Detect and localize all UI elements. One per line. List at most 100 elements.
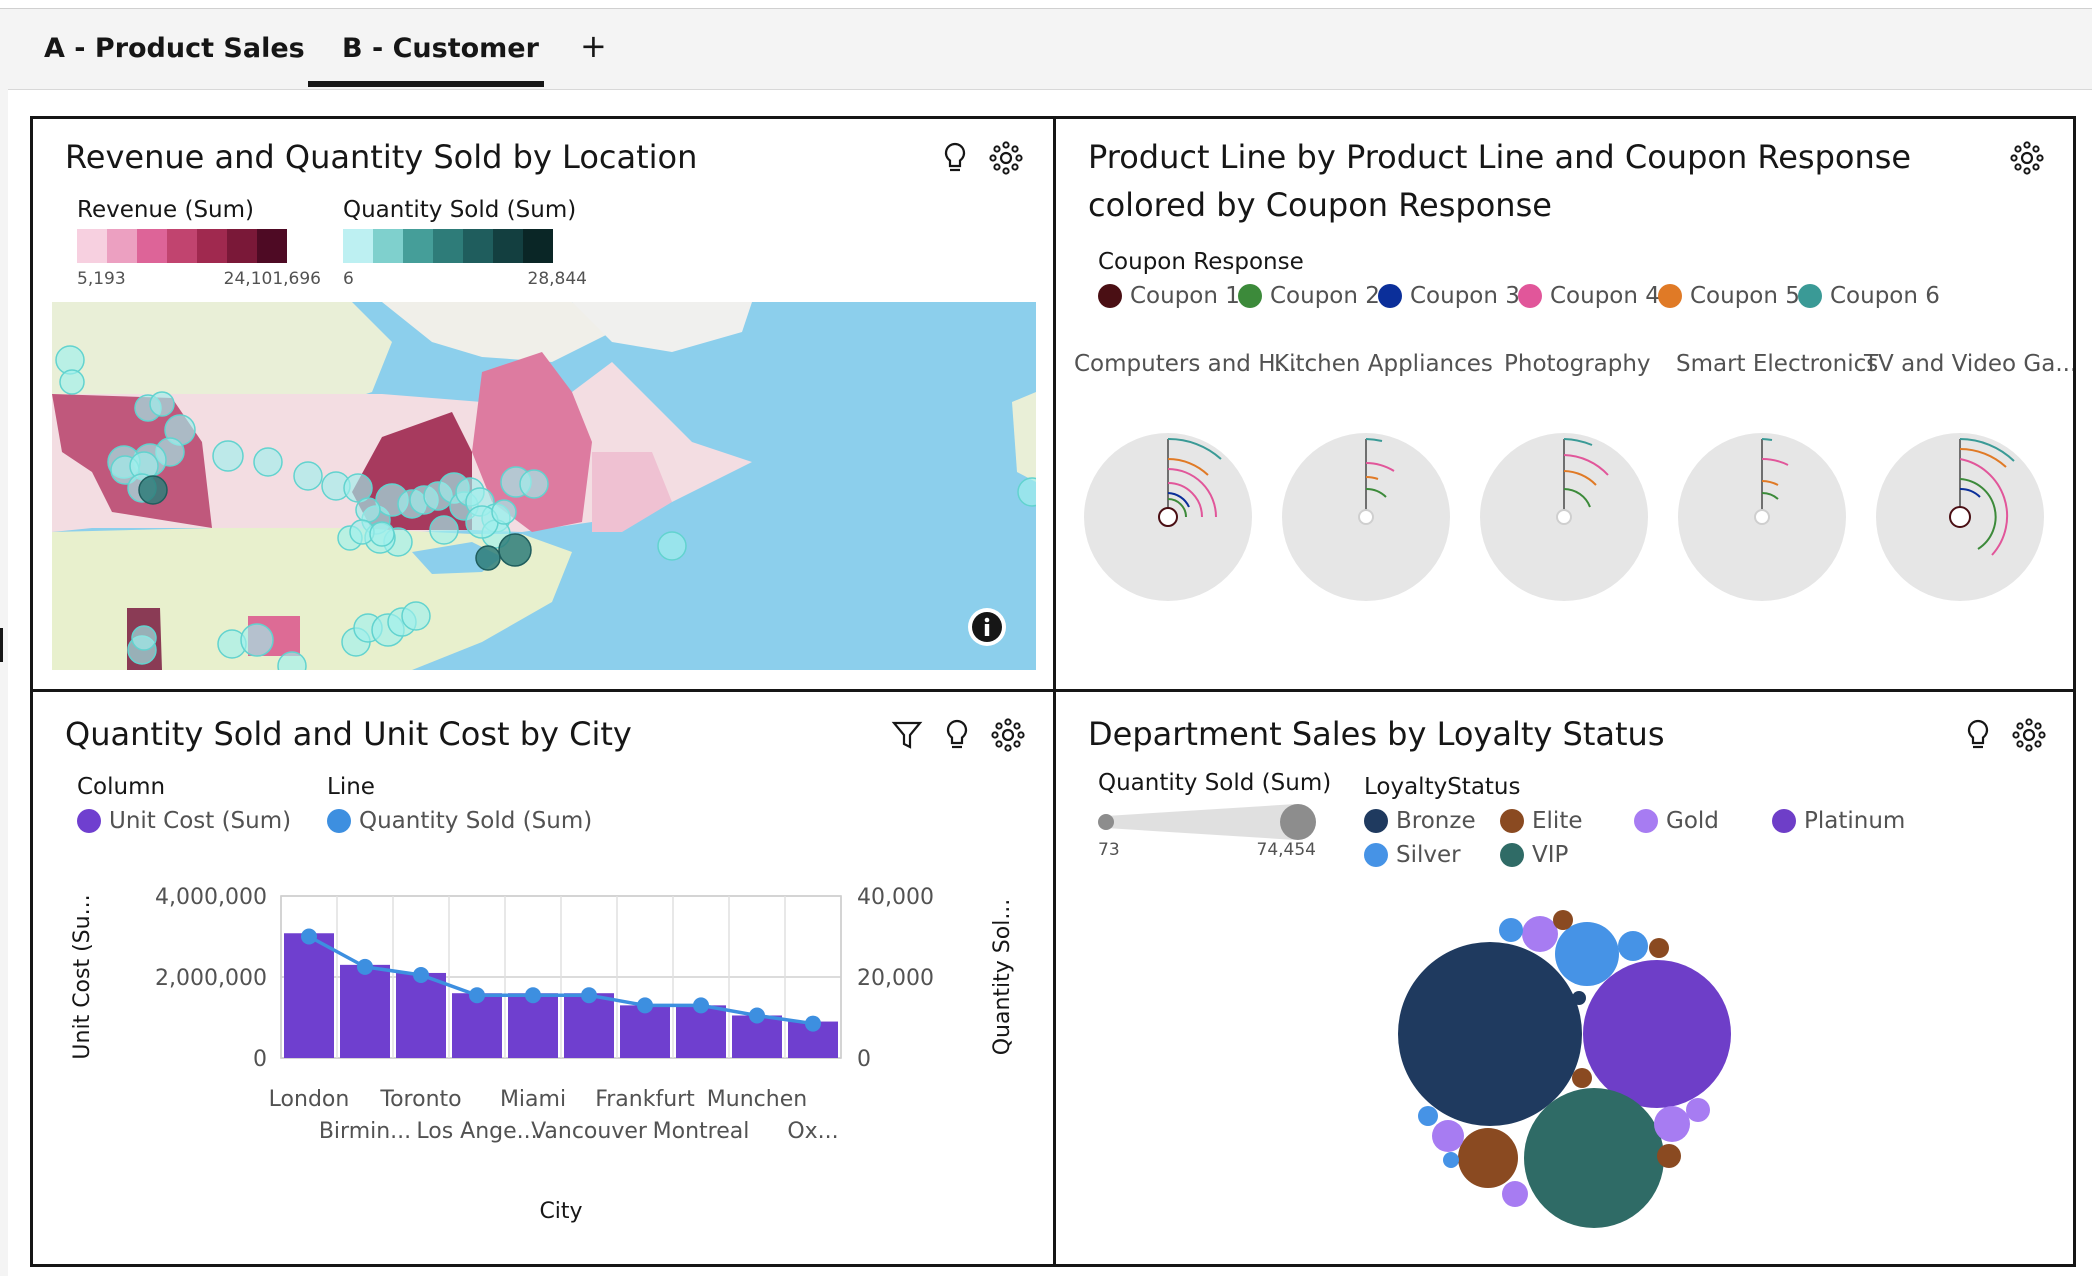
bubble-elite[interactable] (1553, 910, 1573, 930)
map-bubble[interactable] (253, 447, 283, 477)
revenue-legend-title: Revenue (Sum) (77, 197, 255, 223)
combo-chart[interactable]: 4,000,0002,000,000040,00020,0000LondonBi… (33, 692, 1053, 1264)
legend-swatch (1238, 284, 1262, 308)
legend-coupon-5[interactable]: Coupon 5 (1658, 283, 1800, 309)
y-right-axis-title: Quantity Sol... (990, 899, 1015, 1056)
bubble-silver[interactable] (1418, 1106, 1438, 1126)
bubble-vip-large[interactable] (1524, 1088, 1664, 1228)
x-tick-label: Miami (500, 1087, 566, 1112)
map-bubble-large-quantity[interactable] (475, 545, 501, 571)
bubble-elite[interactable] (1458, 1128, 1518, 1188)
map-bubble[interactable] (355, 497, 381, 523)
map-bubble[interactable] (212, 440, 244, 472)
quantity-point[interactable] (525, 987, 541, 1004)
map-panel[interactable]: Revenue and Quantity Sold by Location Re… (30, 116, 1056, 692)
bubble-silver[interactable] (1618, 931, 1648, 961)
active-tab-indicator (308, 81, 544, 87)
y-left-tick-label: 4,000,000 (155, 885, 267, 910)
radial-facets[interactable] (1056, 419, 2073, 689)
legend-coupon-2[interactable]: Coupon 2 (1238, 283, 1380, 309)
bubble-bronze[interactable] (1572, 991, 1586, 1005)
revenue-max: 24,101,696 (223, 269, 321, 289)
map-bubble[interactable] (293, 461, 323, 491)
revenue-swatch-5 (197, 229, 227, 263)
quantity-point[interactable] (581, 987, 597, 1004)
y-right-tick-label: 0 (857, 1047, 871, 1072)
bubble-elite[interactable] (1572, 1068, 1592, 1088)
unit-cost-bar[interactable] (284, 933, 334, 1058)
legend-swatch (1798, 284, 1822, 308)
info-icon[interactable] (967, 607, 1007, 647)
legend-coupon-3[interactable]: Coupon 3 (1378, 283, 1520, 309)
quantity-point[interactable] (637, 997, 653, 1014)
radial-facet-kitchen[interactable] (1282, 433, 1450, 601)
legend-swatch (1658, 284, 1682, 308)
radial-facet-tv-video[interactable] (1876, 433, 2044, 601)
combo-chart-panel[interactable]: Quantity Sold and Unit Cost by City Colu… (30, 689, 1056, 1267)
bubble-silver[interactable] (1555, 922, 1619, 986)
map-bubble[interactable] (519, 469, 549, 499)
legend-label: Coupon 4 (1550, 283, 1660, 309)
tab-bar: A - Product Sales B - Customer + (8, 9, 2092, 91)
map-bubble[interactable] (149, 391, 175, 417)
add-tab-button[interactable]: + (580, 27, 607, 65)
unit-cost-bar[interactable] (396, 972, 446, 1058)
legend-coupon-1[interactable]: Coupon 1 (1098, 283, 1240, 309)
unit-cost-bar[interactable] (340, 964, 390, 1058)
map-bubble[interactable] (491, 499, 517, 525)
x-tick-label: London (269, 1087, 350, 1112)
packed-bubble-chart[interactable] (1056, 692, 2073, 1264)
radial-facet-smart-electronics[interactable] (1678, 433, 1846, 601)
legend-coupon-4[interactable]: Coupon 4 (1518, 283, 1660, 309)
settings-icon[interactable] (989, 141, 1023, 175)
tab-customer[interactable]: B - Customer (342, 33, 539, 64)
map-bubble[interactable] (657, 531, 687, 561)
map-bubble[interactable] (59, 369, 85, 395)
bubble-gold[interactable] (1432, 1120, 1464, 1152)
map-bubble[interactable] (369, 521, 395, 547)
map-bubble[interactable] (401, 601, 431, 631)
x-axis-title: City (539, 1199, 582, 1224)
lightbulb-icon[interactable] (939, 141, 971, 175)
bubble-gold[interactable] (1686, 1098, 1710, 1122)
bubble-panel[interactable]: Department Sales by Loyalty Status Quant… (1053, 689, 2076, 1267)
tab-product-sales[interactable]: A - Product Sales (44, 33, 305, 64)
quantity-point[interactable] (301, 928, 317, 945)
settings-icon[interactable] (2010, 141, 2044, 175)
facet-label-kitchen: Kitchen Appliances (1274, 351, 1493, 377)
bubble-bronze-large[interactable] (1398, 942, 1582, 1126)
revenue-swatch-1 (77, 229, 107, 263)
quantity-point[interactable] (357, 958, 373, 975)
choropleth-map[interactable] (52, 302, 1036, 670)
quantity-point[interactable] (805, 1015, 821, 1032)
quantity-point[interactable] (469, 987, 485, 1004)
radial-facet-computers[interactable] (1084, 433, 1252, 601)
quantity-legend-title: Quantity Sold (Sum) (343, 197, 577, 223)
revenue-swatch-7 (257, 229, 287, 263)
bubble-silver[interactable] (1443, 1152, 1459, 1168)
legend-swatch (1378, 284, 1402, 308)
bubble-silver[interactable] (1499, 918, 1523, 942)
facet-panel[interactable]: Product Line by Product Line and Coupon … (1053, 116, 2076, 692)
panel-title: Revenue and Quantity Sold by Location (65, 138, 698, 176)
map-bubble-large-quantity[interactable] (498, 533, 532, 567)
quantity-point[interactable] (749, 1007, 765, 1024)
resize-handle[interactable] (0, 628, 3, 662)
quantity-point[interactable] (693, 997, 709, 1014)
bubble-elite[interactable] (1657, 1144, 1681, 1168)
bubble-platinum-large[interactable] (1583, 960, 1731, 1108)
map-bubble[interactable] (429, 515, 459, 545)
radial-facet-photography[interactable] (1480, 433, 1648, 601)
bubble-gold[interactable] (1502, 1181, 1528, 1207)
quantity-swatch-1 (343, 229, 373, 263)
quantity-point[interactable] (413, 966, 429, 983)
bubble-gold[interactable] (1522, 916, 1558, 952)
map-bubble-large-quantity[interactable] (138, 475, 168, 505)
legend-coupon-6[interactable]: Coupon 6 (1798, 283, 1940, 309)
map-bubble[interactable] (131, 625, 157, 651)
map-bubble[interactable] (240, 623, 274, 657)
legend-swatch (1518, 284, 1542, 308)
x-tick-label: Montreal (653, 1119, 750, 1144)
bubble-elite[interactable] (1649, 938, 1669, 958)
bubble-gold[interactable] (1654, 1106, 1690, 1142)
